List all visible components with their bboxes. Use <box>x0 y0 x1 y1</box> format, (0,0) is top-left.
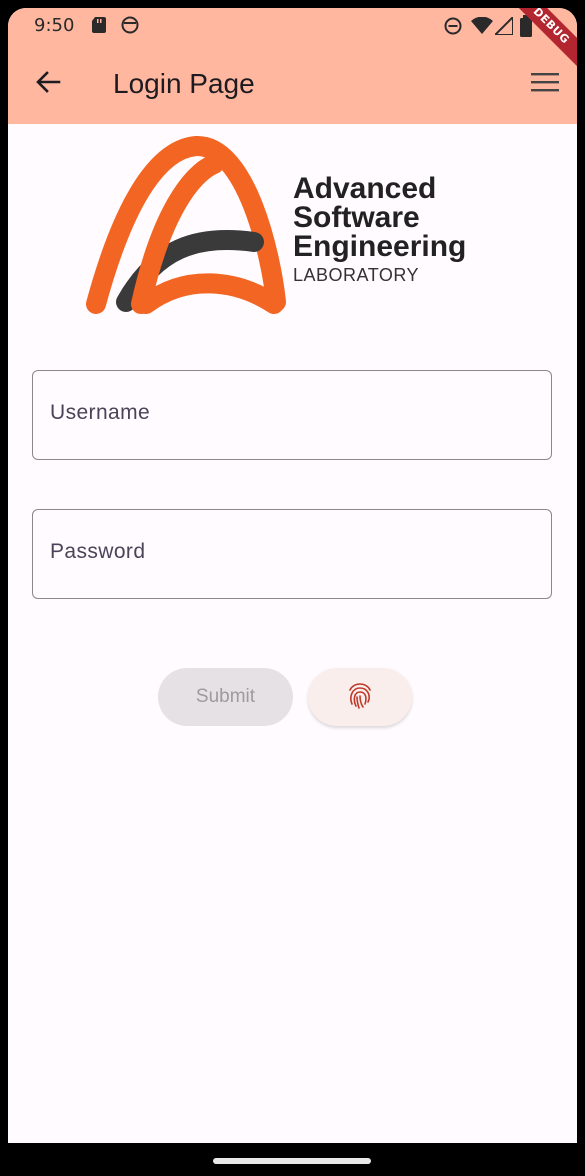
back-button[interactable] <box>28 64 68 104</box>
face-icon <box>121 16 139 38</box>
do-not-disturb-icon <box>444 17 462 39</box>
fingerprint-icon <box>346 680 374 714</box>
status-bar: 9:50 <box>8 8 577 44</box>
password-placeholder: Password <box>50 540 146 563</box>
status-time: 9:50 <box>34 15 75 36</box>
menu-button[interactable] <box>525 64 565 104</box>
page-title: Login Page <box>113 68 255 99</box>
gesture-nav-handle[interactable] <box>213 1158 371 1164</box>
fingerprint-button[interactable] <box>308 668 412 726</box>
logo-line-3: Engineering <box>293 230 467 263</box>
logo-line-2: Software <box>293 201 420 234</box>
logo-mark-icon <box>86 136 286 314</box>
submit-label: Submit <box>195 686 256 707</box>
lab-logo: Advanced Software Engineering LABORATORY <box>86 134 506 324</box>
logo-text: Advanced Software Engineering LABORATORY <box>293 174 466 286</box>
logo-line-1: Advanced <box>293 172 437 205</box>
password-field[interactable]: Password <box>32 509 552 599</box>
arrow-left-icon <box>35 69 61 99</box>
app-bar: Login Page <box>8 44 577 124</box>
signal-icon <box>492 14 514 39</box>
submit-button[interactable]: Submit <box>158 668 293 726</box>
sd-card-icon <box>92 17 106 37</box>
username-placeholder: Username <box>50 401 151 424</box>
top-bar: 9:50 DEBUG Login Page <box>8 8 577 124</box>
app-screen: 9:50 DEBUG Login Page Advanced Software … <box>8 8 577 1143</box>
username-field[interactable]: Username <box>32 370 552 460</box>
logo-subtitle: LABORATORY <box>293 265 420 285</box>
wifi-icon <box>471 16 493 39</box>
menu-icon <box>531 71 559 97</box>
